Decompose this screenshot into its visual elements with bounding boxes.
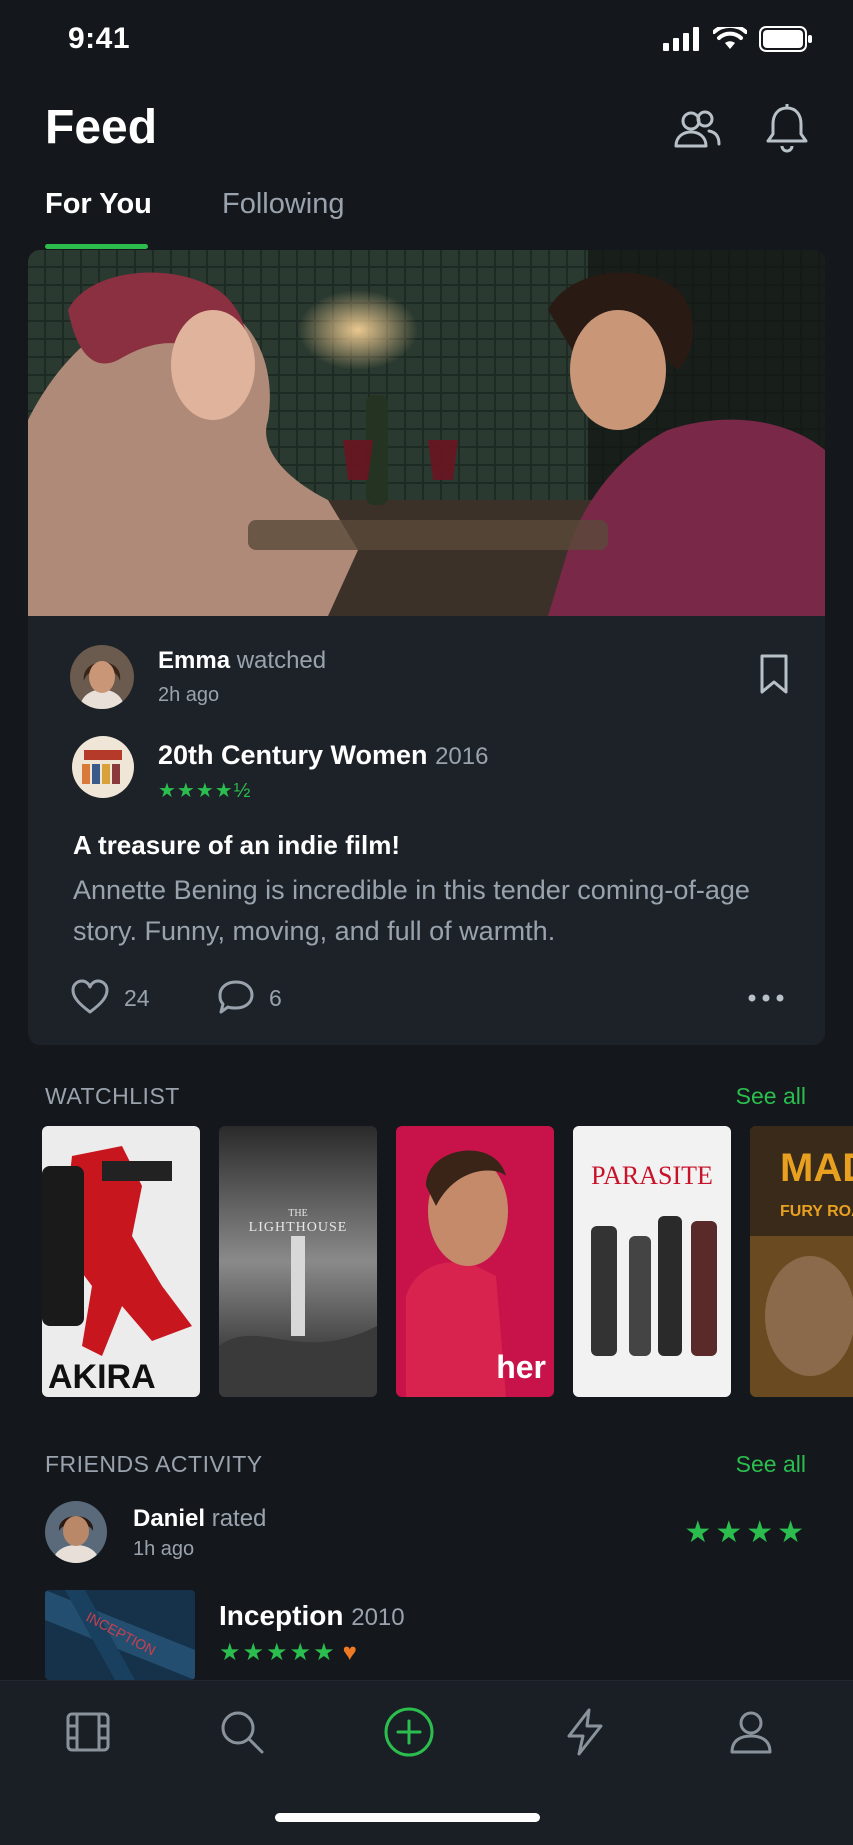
hero-image [28,250,825,616]
poster-subtitle: FURY ROAD [780,1203,853,1220]
user-name[interactable]: Emma [158,647,230,674]
more-options-button[interactable] [746,988,786,1008]
watchlist-poster[interactable]: her [396,1126,554,1397]
signal-icon [663,27,699,51]
tab-for-you[interactable]: For You [45,188,152,221]
nav-search[interactable] [216,1706,268,1758]
feed-card[interactable]: Emma watched 2h ago 20th Century Women 2… [28,250,825,1045]
bookmark-icon [760,654,788,694]
like-button[interactable] [70,978,110,1016]
friends-activity-title: FRIENDS ACTIVITY [45,1451,263,1477]
watchlist-poster[interactable]: THE LIGHTHOUSE [219,1126,377,1397]
tab-following[interactable]: Following [222,188,345,221]
add-icon [384,1707,434,1757]
comment-count: 6 [269,985,282,1011]
avatar[interactable] [45,1501,107,1563]
more-icon [748,994,784,1002]
comment-icon [218,980,254,1014]
film-year: 2010 [351,1604,405,1631]
film-title[interactable]: Inception [219,1600,343,1631]
film-rating: ★★★★★ ♥ [219,1638,359,1667]
timestamp: 1h ago [133,1538,195,1560]
review-body[interactable]: Annette Bening is incredible in this ten… [73,870,773,952]
activity-action: watched [236,647,327,674]
search-icon [221,1711,264,1754]
film-title[interactable]: 20th Century Women [158,740,428,770]
film-year: 2016 [435,743,489,770]
timestamp: 2h ago [158,684,220,706]
poster-title: her [496,1349,546,1385]
avatar[interactable] [70,645,134,709]
profile-icon [730,1711,772,1754]
battery-icon [759,26,812,52]
poster-title: PARASITE [591,1161,713,1190]
nav-activity[interactable] [559,1706,611,1758]
rating-stars: ★★★★½ [158,780,252,802]
film-title-line: Inception 2010 [219,1600,405,1632]
friends-activity-see-all-link[interactable]: See all [736,1451,806,1478]
wifi-icon [713,27,747,49]
liked-heart-icon: ♥ [342,1639,359,1666]
nav-films[interactable] [62,1706,114,1758]
home-indicator[interactable] [275,1813,540,1822]
activity-line: Daniel rated [133,1505,266,1533]
bell-icon [766,104,808,153]
friends-button[interactable] [672,104,722,154]
nav-add[interactable] [383,1706,435,1758]
review-title: A treasure of an indie film! [73,830,400,860]
watchlist-see-all-link[interactable]: See all [736,1083,806,1110]
lightning-icon [567,1708,603,1756]
status-time: 9:41 [68,22,131,55]
poster-title: AKIRA [48,1358,156,1396]
status-icons [663,26,813,52]
watchlist-title: WATCHLIST [45,1083,180,1109]
film-thumbnail[interactable] [72,736,134,798]
user-rating-stars: ★★★★ [684,1516,808,1549]
poster-title-prefix: THE [288,1208,307,1219]
nav-profile[interactable] [725,1706,777,1758]
user-name[interactable]: Daniel [133,1505,205,1532]
watchlist-poster[interactable]: MAD MAX FURY ROAD [750,1126,853,1397]
page-title: Feed [45,101,158,154]
active-tab-indicator [45,244,148,249]
watchlist-poster[interactable]: AKIRA [42,1126,200,1397]
film-icon [66,1712,110,1752]
film-thumbnail[interactable]: INCEPTION [45,1590,195,1680]
activity-action: rated [211,1505,267,1532]
heart-icon [71,979,109,1014]
rating-stars: ★★★★★ [219,1639,337,1666]
bookmark-button[interactable] [756,653,792,695]
poster-title: LIGHTHOUSE [249,1220,348,1235]
like-count: 24 [124,985,150,1011]
notifications-button[interactable] [762,102,812,154]
activity-line: Emma watched [158,647,326,675]
friends-icon [674,110,721,148]
film-title-line: 20th Century Women 2016 [158,740,488,771]
comment-button[interactable] [216,978,256,1016]
poster-title: MAD MAX [780,1146,853,1190]
watchlist-poster[interactable]: PARASITE [573,1126,731,1397]
